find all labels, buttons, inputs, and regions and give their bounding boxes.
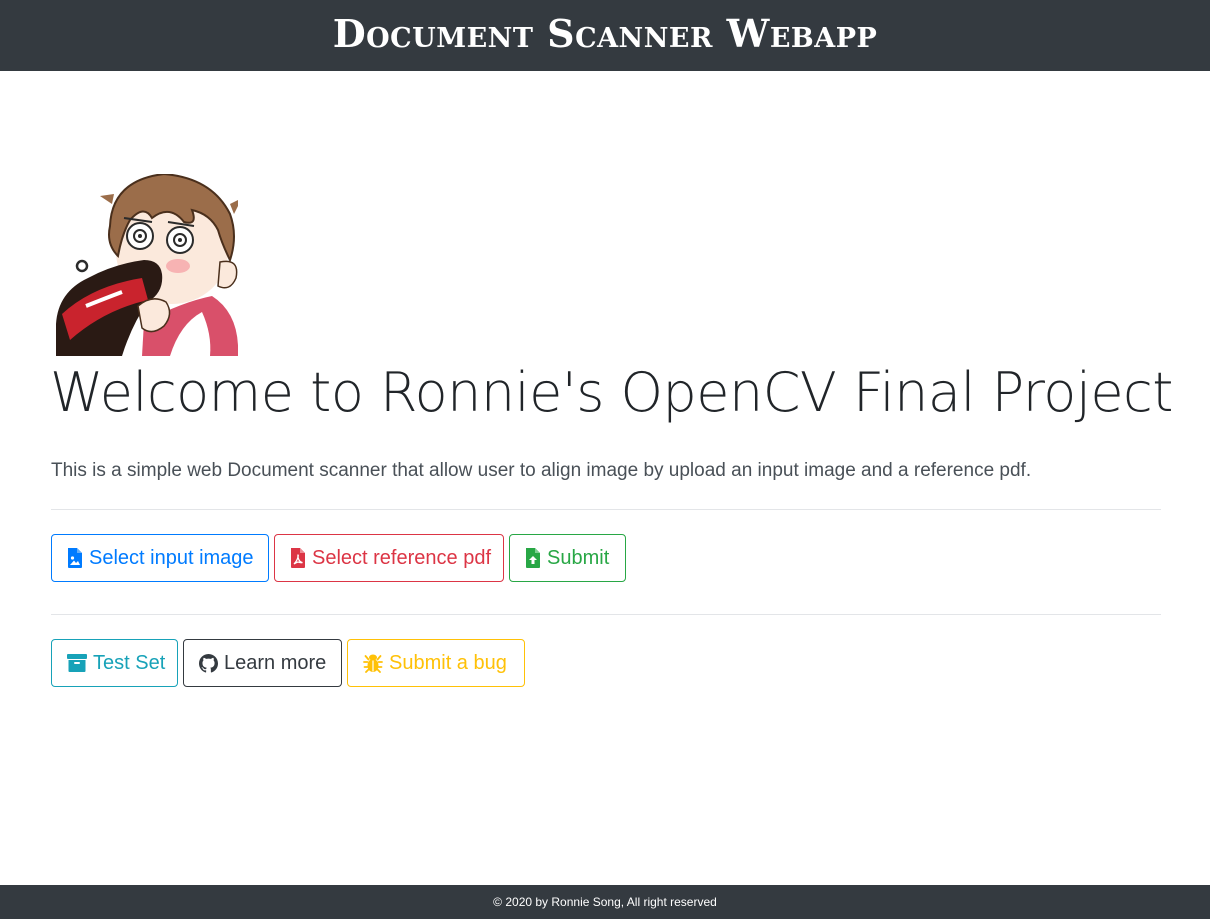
submit-bug-button[interactable]: Submit a bug	[347, 639, 525, 687]
file-upload-icon	[525, 548, 541, 568]
avatar	[56, 174, 238, 356]
submit-label: Submit	[547, 546, 610, 569]
select-input-image-label: Select input image	[89, 546, 254, 569]
divider	[51, 614, 1161, 615]
test-set-button[interactable]: Test Set	[51, 639, 178, 687]
submit-button[interactable]: Submit	[509, 534, 626, 582]
select-input-image-button[interactable]: Select input image	[51, 534, 269, 582]
app-title: Document Scanner Webapp	[332, 10, 878, 56]
learn-more-label: Learn more	[224, 651, 327, 674]
test-set-label: Test Set	[93, 651, 166, 674]
select-reference-pdf-label: Select reference pdf	[312, 546, 491, 569]
footer: © 2020 by Ronnie Song, All right reserve…	[0, 885, 1210, 919]
learn-more-button[interactable]: Learn more	[183, 639, 342, 687]
submit-bug-label: Submit a bug	[389, 651, 507, 674]
file-image-icon	[67, 548, 83, 568]
copyright-text: © 2020 by Ronnie Song, All right reserve…	[493, 895, 717, 909]
upload-actions: Select input image Select reference pdf …	[51, 534, 626, 582]
select-reference-pdf-button[interactable]: Select reference pdf	[274, 534, 504, 582]
github-icon	[199, 653, 218, 673]
file-pdf-icon	[290, 548, 306, 568]
divider	[51, 509, 1161, 510]
bug-icon	[363, 653, 383, 673]
archive-icon	[67, 654, 87, 672]
lead-description: This is a simple web Document scanner th…	[51, 460, 1032, 481]
page-title: Welcome to Ronnie's OpenCV Final Project	[50, 361, 1173, 424]
resource-links: Test Set Learn more Submit a bug	[51, 639, 525, 687]
navbar: Document Scanner Webapp	[0, 0, 1210, 71]
